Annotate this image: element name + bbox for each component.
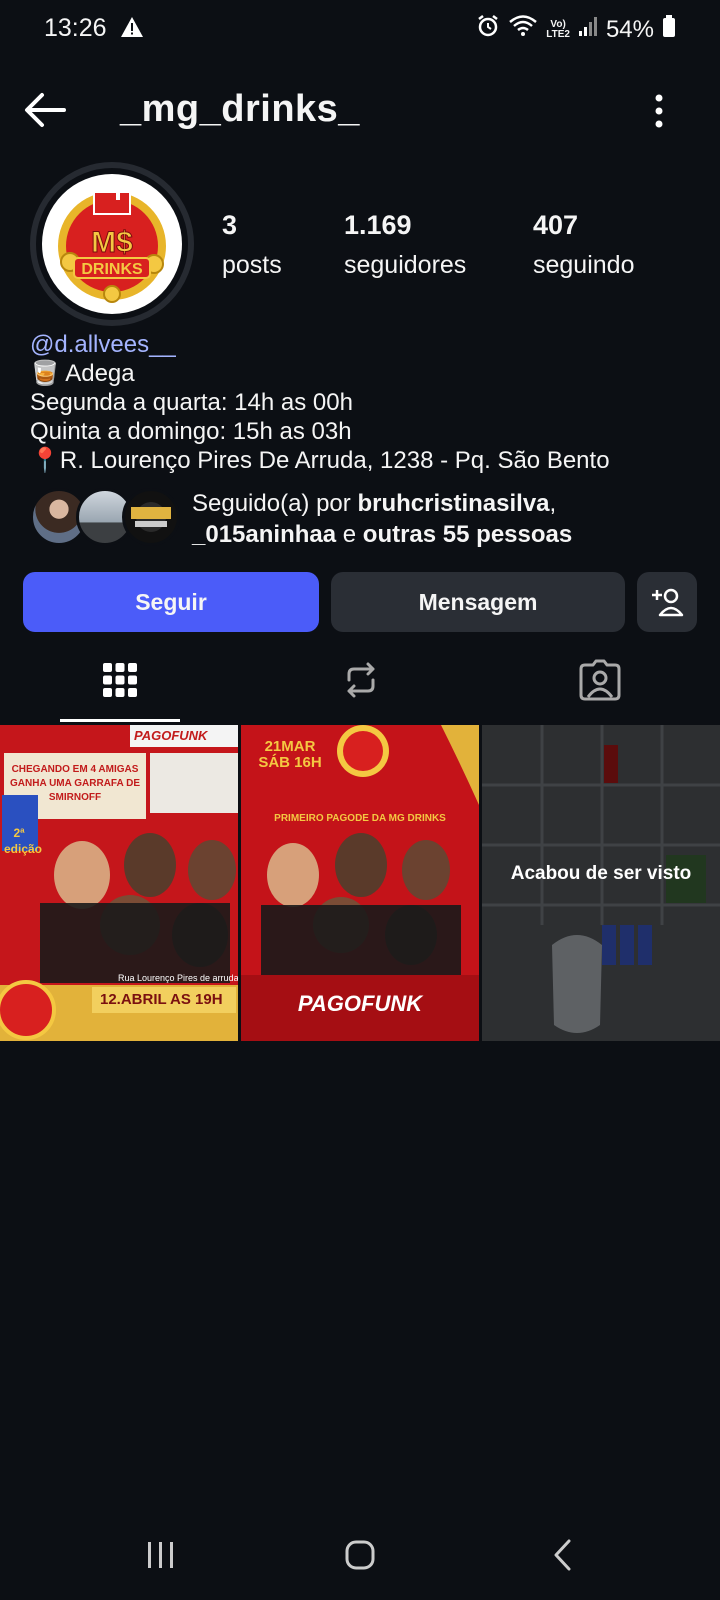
bio-line-address: 📍R. Lourenço Pires De Arruda, 1238 - Pq.… (30, 447, 610, 474)
battery-percent: 54% (605, 15, 654, 43)
more-options-icon[interactable] (654, 94, 664, 128)
followers-count: 1.169 (344, 210, 412, 240)
logo-mg-text: M$ (91, 226, 133, 259)
warning-icon (120, 16, 144, 43)
post-thumbnail-2[interactable]: 21MAR SÁB 16H PRIMEIRO PAGODE DA MG DRIN… (241, 725, 479, 1041)
post-thumbnail-1[interactable]: CHEGANDO EM 4 AMIGAS GANHA UMA GARRAFA D… (0, 725, 238, 1041)
back-arrow-icon[interactable] (22, 90, 68, 130)
post-2-headline: PRIMEIRO PAGODE DA MG DRINKS (274, 813, 446, 824)
message-button[interactable]: Mensagem (331, 572, 625, 632)
followers-others[interactable]: outras 55 pessoas (363, 521, 572, 548)
profile-avatar[interactable]: M$ DRINKS (30, 162, 194, 326)
posts-count: 3 (222, 210, 238, 240)
post-1-address: Rua Lourenço Pires de arruda 123 (118, 973, 238, 983)
post-2-date: 21MAR SÁB 16H (258, 738, 322, 771)
tab-tagged[interactable] (575, 655, 625, 705)
followed-by-prefix: Seguido(a) por (192, 490, 358, 517)
tab-reposts[interactable] (336, 655, 386, 705)
grid-icon (103, 663, 137, 697)
status-time: 13:26 (44, 14, 107, 42)
post-2-brand: PAGOFUNK (297, 991, 423, 1016)
bio-mention-link[interactable]: @d.allvees__ (30, 330, 710, 359)
status-icons: Vo) LTE2 54% (476, 14, 676, 45)
follower-name-2[interactable]: _015aninhaa (192, 521, 336, 548)
post-1-edition: 2ª edição (4, 826, 43, 856)
logo-drinks-text: DRINKS (81, 261, 143, 278)
active-tab-indicator (60, 719, 180, 722)
wifi-icon (508, 14, 538, 45)
follow-button[interactable]: Seguir (23, 572, 319, 632)
post-thumbnail-3[interactable]: Acabou de ser visto (482, 725, 720, 1041)
home-icon[interactable] (337, 1532, 383, 1578)
bio-line-category: 🥃 Adega (30, 360, 135, 387)
following-stat[interactable]: 407 seguindo (533, 210, 634, 280)
add-person-icon (652, 588, 684, 617)
just-seen-overlay: Acabou de ser visto (510, 863, 692, 884)
followed-by-text: Seguido(a) por bruhcristinasilva, _015an… (192, 488, 712, 550)
posts-stat[interactable]: 3 posts (222, 210, 282, 280)
followers-stat[interactable]: 1.169 seguidores (344, 210, 466, 280)
post-1-promo-text: CHEGANDO EM 4 AMIGAS GANHA UMA GARRAFA D… (10, 764, 140, 803)
system-navigation-bar (0, 1510, 720, 1600)
tagged-person-icon (579, 659, 621, 701)
battery-icon (662, 14, 676, 45)
alarm-icon (476, 14, 500, 45)
recent-apps-icon[interactable] (138, 1532, 184, 1578)
profile-bio: @d.allvees__ 🥃 Adega Segunda a quarta: 1… (30, 330, 710, 475)
status-bar: 13:26 Vo) LTE2 54% (0, 0, 720, 58)
following-label: seguindo (533, 251, 635, 279)
post-1-brand: PAGOFUNK (134, 728, 208, 743)
post-1-date: 12.ABRIL AS 19H (100, 991, 223, 1008)
followed-by-connector: e (336, 521, 363, 548)
profile-header: _mg_drinks_ (0, 80, 720, 142)
follower-name-1[interactable]: bruhcristinasilva (357, 490, 549, 517)
system-back-icon[interactable] (540, 1532, 586, 1578)
profile-username: _mg_drinks_ (120, 88, 360, 130)
lte-label: LTE2 (546, 28, 570, 40)
followed-by-section[interactable]: Seguido(a) por bruhcristinasilva, _015an… (30, 488, 710, 548)
follower-avatar-3 (122, 488, 180, 546)
bio-line-hours-2: Quinta a domingo: 15h as 03h (30, 418, 352, 445)
posts-grid: CHEGANDO EM 4 AMIGAS GANHA UMA GARRAFA D… (0, 725, 720, 1041)
repost-icon (347, 662, 375, 698)
network-type: Vo) LTE2 (546, 19, 570, 40)
suggest-users-button[interactable] (637, 572, 697, 632)
profile-tabs (0, 645, 720, 725)
bio-line-hours-1: Segunda a quarta: 14h as 00h (30, 389, 353, 416)
avatar-logo: M$ DRINKS (42, 174, 182, 314)
followers-label: seguidores (344, 251, 467, 279)
following-count: 407 (533, 210, 579, 240)
tab-grid[interactable] (95, 655, 145, 705)
posts-label: posts (222, 251, 282, 279)
followed-by-comma: , (549, 490, 557, 517)
signal-icon (578, 15, 598, 44)
